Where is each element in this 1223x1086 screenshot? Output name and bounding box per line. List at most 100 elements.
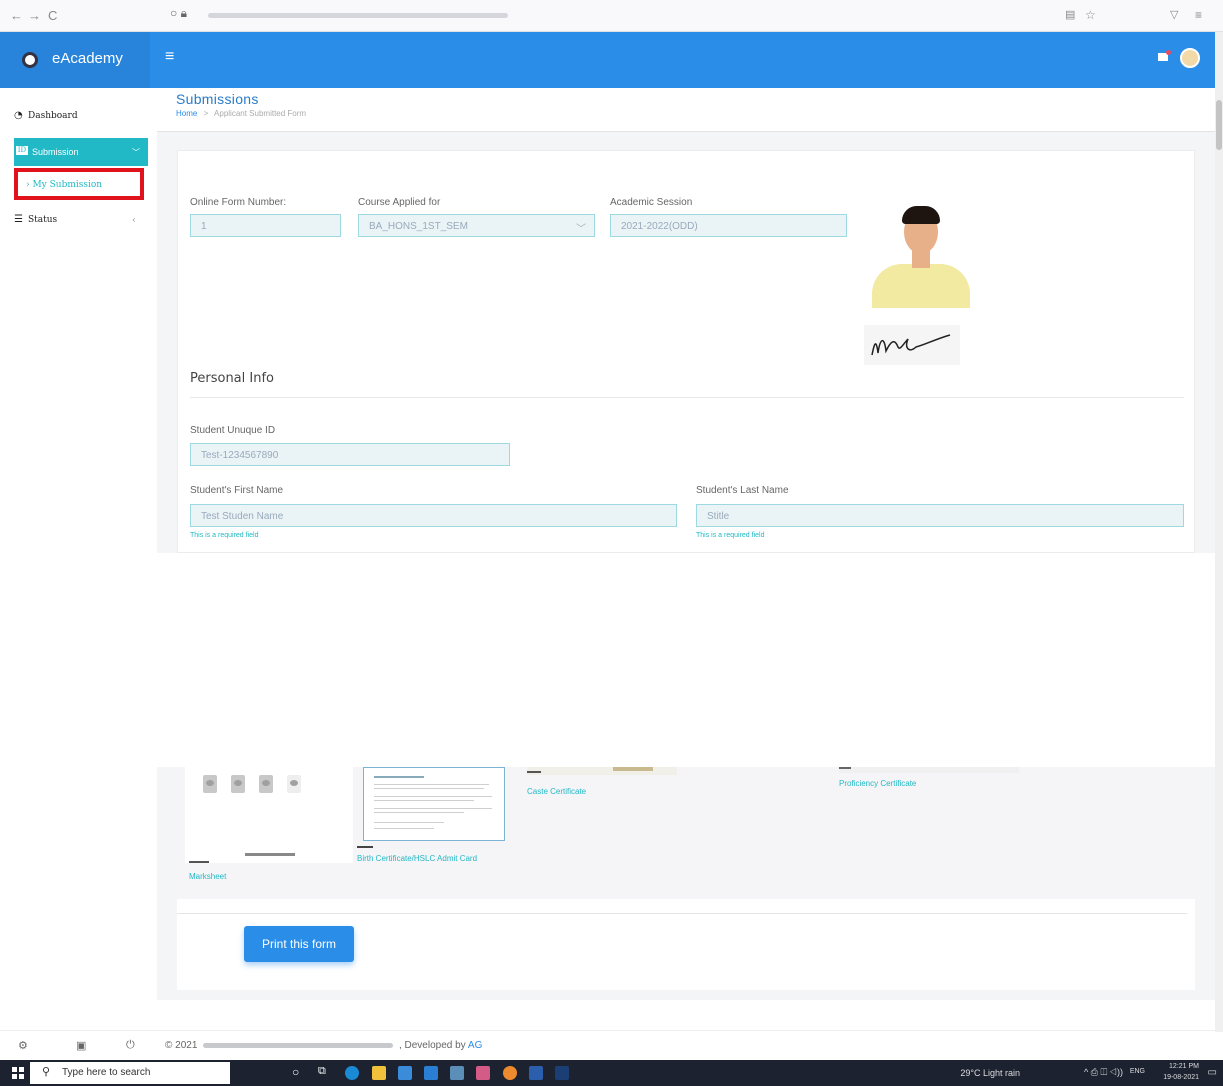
language-indicator[interactable]: ENG bbox=[1130, 1068, 1145, 1075]
course-applied-label: Course Applied for bbox=[358, 197, 441, 208]
app-icon[interactable] bbox=[450, 1066, 464, 1080]
word-icon[interactable] bbox=[529, 1066, 543, 1080]
brand-name: eAcademy bbox=[52, 50, 123, 67]
breadcrumb-home-link[interactable]: Home bbox=[176, 109, 197, 118]
store-icon[interactable] bbox=[398, 1066, 412, 1080]
first-name-hint: This is a required field bbox=[190, 532, 259, 539]
sidebar-item-submission[interactable]: ID Submission ﹀ bbox=[14, 138, 148, 166]
search-icon: ⚲ bbox=[42, 1066, 51, 1078]
course-applied-value: BA_HONS_1ST_SEM bbox=[369, 221, 468, 232]
breadcrumb: Home > Applicant Submitted Form bbox=[176, 109, 306, 118]
page-title: Submissions bbox=[176, 91, 259, 107]
firefox-icon[interactable] bbox=[503, 1066, 517, 1080]
online-form-number-label: Online Form Number: bbox=[190, 197, 287, 208]
footer: ⚙ ▣ ⏻ © 2021 , Developed by AG bbox=[0, 1030, 1215, 1060]
breadcrumb-separator: > bbox=[203, 109, 209, 118]
task-view-icon[interactable]: ⧉ bbox=[318, 1065, 332, 1079]
app-icon[interactable] bbox=[476, 1066, 490, 1080]
developed-by-text: , Developed by bbox=[398, 1040, 468, 1051]
status-list-icon: ☰ bbox=[14, 214, 23, 225]
footer-credits: © 2021 , Developed by AG bbox=[165, 1040, 482, 1051]
file-icon bbox=[231, 775, 245, 793]
institution-name-redacted bbox=[203, 1042, 394, 1048]
notification-flag-icon[interactable] bbox=[1158, 50, 1171, 61]
windows-start-icon[interactable] bbox=[12, 1067, 24, 1079]
forward-button[interactable]: → bbox=[28, 8, 41, 23]
caste-certificate-label[interactable]: Caste Certificate bbox=[527, 787, 586, 796]
sidebar-footer: ⚙ ▣ ⏻ bbox=[0, 1031, 150, 1061]
scrollbar-thumb[interactable] bbox=[1216, 100, 1222, 150]
file-icon bbox=[287, 775, 301, 793]
chevron-down-icon: ﹀ bbox=[132, 148, 140, 157]
developer-link[interactable]: AG bbox=[468, 1040, 482, 1051]
reload-button[interactable]: C bbox=[48, 8, 57, 23]
divider bbox=[190, 397, 1184, 398]
menu-icon[interactable]: ≡ bbox=[1195, 8, 1202, 22]
os-taskbar: ⚲ Type here to search ○ ⧉ 29°C Light rai… bbox=[0, 1060, 1223, 1086]
last-name-label: Student's Last Name bbox=[696, 485, 789, 496]
browser-toolbar: ← → C ○ 🔒︎ ▤ ☆ ▽ ≡ bbox=[0, 0, 1223, 32]
file-explorer-icon[interactable] bbox=[372, 1066, 386, 1080]
file-icon bbox=[259, 775, 273, 793]
mail-icon[interactable] bbox=[424, 1066, 438, 1080]
lock-icon: ○ 🔒︎ bbox=[170, 6, 187, 20]
personal-info-heading: Personal Info bbox=[190, 371, 274, 386]
chevron-down-icon: ﹀ bbox=[576, 224, 586, 235]
sidebar-item-label: Dashboard bbox=[28, 111, 78, 121]
print-form-button[interactable]: Print this form bbox=[244, 926, 354, 962]
course-applied-select[interactable]: BA_HONS_1ST_SEM ﹀ bbox=[358, 214, 595, 237]
id-card-icon: ID bbox=[16, 146, 28, 155]
taskbar-search[interactable]: ⚲ Type here to search bbox=[30, 1062, 230, 1084]
pocket-icon[interactable]: ▽ bbox=[1170, 8, 1178, 21]
print-section: Print this form bbox=[177, 910, 1195, 990]
sidebar: ◔ Dashboard ID Submission ﹀ › My Submiss… bbox=[0, 88, 150, 553]
photoshop-icon[interactable] bbox=[555, 1066, 569, 1080]
clock-time[interactable]: 12:21 PM bbox=[1169, 1063, 1199, 1070]
sidebar-item-my-submission[interactable]: › My Submission bbox=[14, 168, 144, 200]
reader-icon[interactable]: ▤ bbox=[1065, 8, 1075, 21]
academic-session-label: Academic Session bbox=[610, 197, 693, 208]
page-header: Submissions Home > Applicant Submitted F… bbox=[157, 88, 1215, 132]
settings-icon[interactable]: ⚙ bbox=[18, 1039, 28, 1052]
academic-session-field[interactable]: 2021-2022(ODD) bbox=[610, 214, 847, 237]
notifications-icon[interactable]: ▭ bbox=[1208, 1067, 1217, 1078]
edge-icon[interactable] bbox=[345, 1066, 359, 1080]
unique-id-field[interactable]: Test-1234567890 bbox=[190, 443, 510, 466]
weather-text[interactable]: 29°C Light rain bbox=[960, 1068, 1020, 1078]
applicant-signature bbox=[864, 325, 960, 365]
tray-icons[interactable]: ^ ⎙ ◫ ◁)) bbox=[1084, 1067, 1123, 1078]
scrollbar-track[interactable] bbox=[1215, 32, 1223, 1032]
power-icon[interactable]: ⏻ bbox=[126, 1039, 135, 1052]
file-icon bbox=[203, 775, 217, 793]
user-avatar[interactable] bbox=[1180, 48, 1200, 68]
url-text-redacted bbox=[208, 13, 508, 18]
caste-certificate-thumbnail[interactable] bbox=[527, 767, 677, 775]
birth-certificate-thumbnail[interactable] bbox=[363, 767, 505, 841]
proficiency-certificate-label[interactable]: Proficiency Certificate bbox=[839, 779, 916, 788]
hamburger-icon[interactable]: ≡ bbox=[165, 48, 174, 66]
star-icon[interactable]: ☆ bbox=[1085, 8, 1096, 22]
online-form-number-field[interactable]: 1 bbox=[190, 214, 341, 237]
birth-certificate-label[interactable]: Birth Certificate/HSLC Admit Card bbox=[357, 854, 477, 863]
dashboard-icon: ◔ bbox=[14, 110, 23, 121]
sidebar-item-label: Status bbox=[28, 215, 58, 225]
unique-id-label: Student Unuque ID bbox=[190, 425, 276, 436]
taskbar-search-placeholder: Type here to search bbox=[62, 1067, 151, 1078]
marksheet-label[interactable]: Marksheet bbox=[189, 872, 226, 881]
last-name-field[interactable]: Stitle bbox=[696, 504, 1184, 527]
clock-date[interactable]: 19-08-2021 bbox=[1163, 1074, 1199, 1081]
first-name-label: Student's First Name bbox=[190, 485, 284, 496]
first-name-field[interactable]: Test Studen Name bbox=[190, 504, 677, 527]
last-name-hint: This is a required field bbox=[696, 532, 765, 539]
lock-screen-icon[interactable]: ▣ bbox=[76, 1039, 86, 1052]
applicant-photo bbox=[864, 194, 979, 308]
sidebar-item-status[interactable]: ☰ Status ‹ bbox=[0, 206, 150, 234]
sidebar-item-dashboard[interactable]: ◔ Dashboard bbox=[0, 102, 150, 130]
brand[interactable]: eAcademy bbox=[0, 32, 150, 88]
back-button[interactable]: ← bbox=[10, 8, 23, 23]
documents-panel: Marksheet Birth Certificate/HSLC Admit C… bbox=[177, 767, 1195, 910]
url-bar[interactable]: ○ 🔒︎ bbox=[170, 6, 510, 24]
marksheet-thumbnail[interactable] bbox=[185, 767, 353, 863]
cortana-icon[interactable]: ○ bbox=[292, 1065, 306, 1079]
chevron-left-icon: ‹ bbox=[132, 215, 136, 226]
